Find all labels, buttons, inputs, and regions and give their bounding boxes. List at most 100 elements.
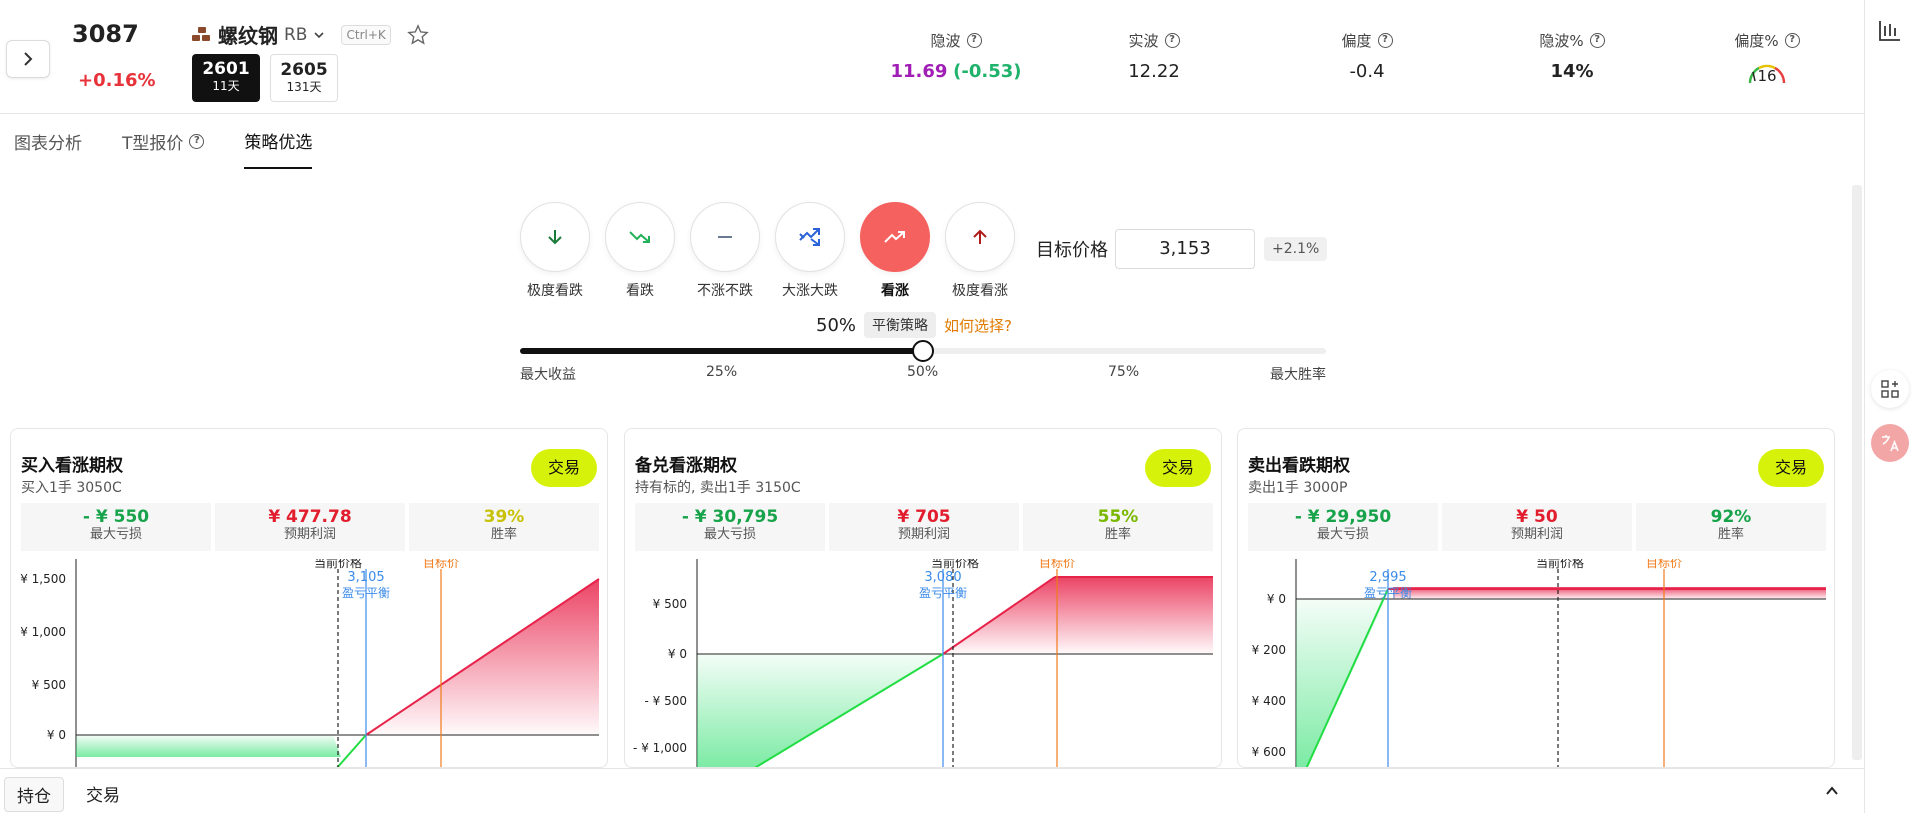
card-stats: - ¥ 29,950 最大亏损 ¥ 50 预期利润 92% 胜率: [1248, 503, 1826, 551]
trade-button[interactable]: 交易: [1758, 449, 1824, 487]
direction-bullish[interactable]: 看涨: [860, 202, 930, 300]
card-title: 备兑看涨期权: [635, 456, 737, 476]
card-stats: - ¥ 30,795 最大亏损 ¥ 705 预期利润 55% 胜率: [635, 503, 1213, 551]
metric-skew-pct: 偏度%? 16: [1697, 30, 1837, 90]
payoff-chart: ¥ 500 ¥ 0 - ¥ 500 - ¥ 1,000 当前价格 3,080 盈…: [633, 559, 1213, 767]
help-icon[interactable]: ?: [966, 33, 982, 48]
metric-rv: 实波? 12.22: [1084, 30, 1224, 82]
tab-label: 策略优选: [244, 133, 313, 153]
slider-fill: [520, 348, 923, 354]
metric-label: 隐波%: [1539, 32, 1584, 50]
right-rail: [1864, 0, 1914, 813]
contract-2605[interactable]: 2605 131天: [270, 54, 338, 102]
direction-neutral[interactable]: 不涨不跌: [690, 202, 760, 300]
header-bar: 3087 +0.16% 螺纹钢 RB Ctrl+K 2601 11天 2605 …: [0, 0, 1864, 114]
chart-panel-icon[interactable]: [1877, 18, 1903, 44]
help-icon[interactable]: ?: [1377, 33, 1393, 48]
how-to-choose-link[interactable]: 如何选择?: [944, 315, 1012, 336]
tab-t-quote[interactable]: T型报价?: [122, 128, 205, 169]
max-loss: - ¥ 29,950: [1294, 507, 1392, 527]
direction-volatile[interactable]: 大涨大跌: [775, 202, 845, 300]
product-selector[interactable]: 螺纹钢 RB Ctrl+K: [192, 20, 429, 49]
target-price-label: 目标价: [423, 559, 459, 570]
max-loss: - ¥ 30,795: [681, 507, 779, 527]
tab-trade[interactable]: 交易: [74, 777, 132, 810]
trend-up-icon: [884, 231, 905, 243]
balance-info: 50% 平衡策略 如何选择?: [816, 312, 1012, 338]
loss-area: [76, 735, 341, 757]
stat-label: 胜率: [1717, 527, 1744, 542]
metric-label: 隐波: [930, 32, 961, 50]
stat-label: 最大亏损: [89, 527, 142, 542]
breakeven-label: 盈亏平衡: [919, 586, 967, 600]
loss-area: [697, 654, 943, 767]
translate-button[interactable]: [1871, 424, 1909, 462]
slider-label-75: 75%: [1108, 364, 1140, 380]
metric-label: 实波: [1128, 32, 1159, 50]
star-icon[interactable]: [406, 23, 429, 46]
direction-bearish[interactable]: 看跌: [605, 202, 675, 300]
expected-profit: ¥ 477.78: [268, 507, 352, 527]
chevron-right-icon: [24, 52, 33, 66]
direction-label: 不涨不跌: [697, 283, 753, 299]
view-tabs: 图表分析 T型报价? 策略优选: [14, 128, 313, 169]
metric-iv-pct: 隐波%? 14%: [1502, 30, 1642, 82]
minus-icon: [718, 236, 732, 238]
y-tick: ¥ 400: [1252, 694, 1286, 708]
search-shortcut-hint: Ctrl+K: [341, 24, 391, 45]
strategy-card-covered-call: 备兑看涨期权 持有标的, 卖出1手 3150C 交易 - ¥ 30,795 最大亏…: [624, 428, 1222, 768]
card-subtitle: 买入1手 3050C: [21, 480, 122, 496]
slider-handle[interactable]: [912, 340, 934, 362]
risk-slider[interactable]: [520, 340, 1326, 362]
chevron-up-icon[interactable]: [1824, 783, 1840, 799]
trade-button[interactable]: 交易: [531, 449, 597, 487]
rv-value: 12.22: [1128, 61, 1180, 82]
current-price-label: 当前价格: [931, 559, 979, 570]
y-tick: ¥ 1,000: [20, 625, 66, 639]
tab-positions[interactable]: 持仓: [4, 777, 64, 812]
grid-plus-icon: [1881, 380, 1899, 398]
metric-label: 偏度%: [1734, 32, 1779, 50]
stat-label: 胜率: [490, 527, 517, 542]
apps-button[interactable]: [1871, 370, 1909, 408]
direction-very-bullish[interactable]: 极度看涨: [945, 202, 1015, 300]
balance-tag: 平衡策略: [864, 312, 937, 338]
help-icon[interactable]: ?: [1784, 33, 1800, 48]
win-rate: 39%: [483, 507, 525, 527]
stat-label: 最大亏损: [1316, 527, 1369, 542]
card-title: 买入看涨期权: [21, 456, 123, 476]
y-tick: ¥ 600: [1252, 745, 1286, 759]
current-price-label: 当前价格: [314, 559, 362, 570]
target-price-input[interactable]: 3,153: [1115, 229, 1255, 269]
app-root: { "header": { "price": "3087", "change":…: [0, 0, 1914, 813]
contract-code: 2601: [202, 59, 250, 79]
target-price-label: 目标价格: [1036, 240, 1108, 261]
product-code: RB: [284, 24, 308, 45]
breakeven-label: 盈亏平衡: [1364, 586, 1412, 600]
y-tick: ¥ 0: [47, 728, 66, 742]
tab-chart-analysis[interactable]: 图表分析: [14, 128, 82, 169]
arrow-up-icon: [973, 229, 987, 244]
product-name: 螺纹钢: [218, 24, 278, 48]
expand-sidebar-button[interactable]: [6, 40, 50, 78]
max-loss: - ¥ 550: [82, 507, 150, 527]
direction-very-bearish[interactable]: 极度看跌: [520, 202, 590, 300]
help-icon[interactable]: ?: [1164, 33, 1180, 48]
y-tick: ¥ 1,500: [20, 572, 66, 586]
slider-label-25: 25%: [706, 364, 738, 380]
tab-strategy[interactable]: 策略优选: [244, 128, 313, 169]
profit-area: [943, 577, 1213, 654]
contract-2601[interactable]: 2601 11天: [192, 54, 260, 102]
y-tick: ¥ 500: [32, 678, 66, 692]
card-subtitle: 持有标的, 卖出1手 3150C: [635, 480, 801, 496]
scrollbar[interactable]: [1852, 185, 1862, 760]
breakeven-value: 3,105: [347, 570, 384, 585]
help-icon[interactable]: ?: [1589, 33, 1605, 48]
help-icon[interactable]: ?: [189, 134, 205, 149]
breakeven-value: 3,080: [924, 570, 961, 585]
skew-value: -0.4: [1349, 61, 1385, 82]
direction-label: 看涨: [881, 283, 909, 299]
trade-button[interactable]: 交易: [1145, 449, 1211, 487]
chevron-down-icon: [314, 31, 325, 38]
breakeven-label: 盈亏平衡: [342, 586, 390, 600]
